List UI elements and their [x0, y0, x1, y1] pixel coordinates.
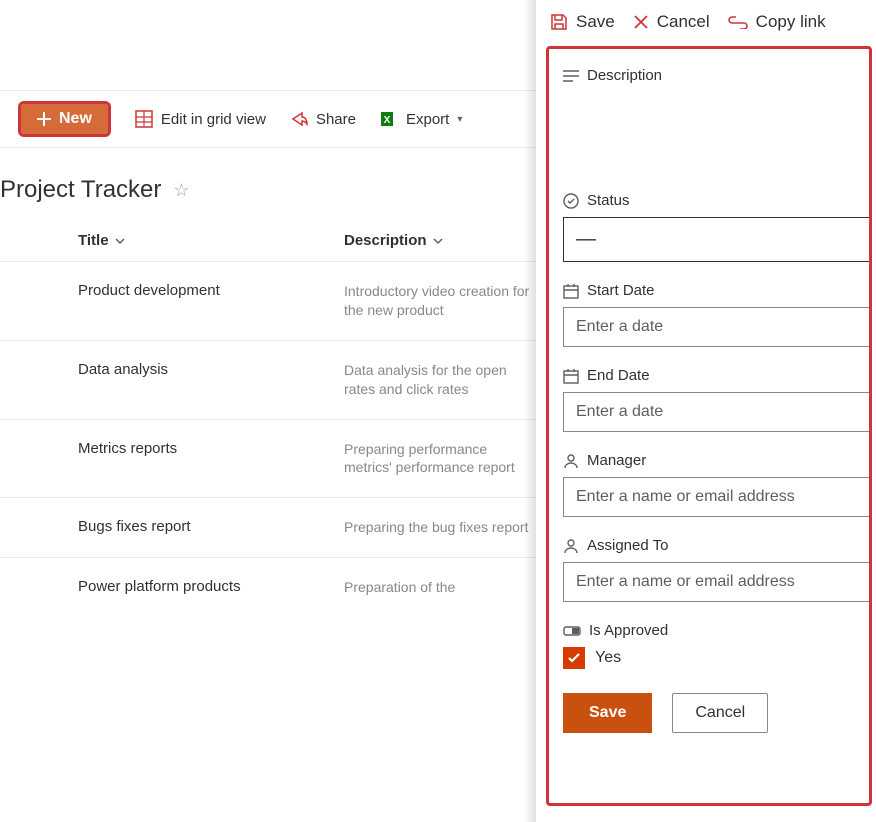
checkbox-checked-icon — [563, 647, 585, 669]
column-header-title[interactable]: Title — [78, 232, 344, 249]
assigned-to-label: Assigned To — [587, 537, 668, 554]
share-button[interactable]: Share — [290, 110, 356, 128]
field-manager: Manager — [563, 452, 869, 517]
assigned-to-input[interactable] — [563, 562, 869, 602]
toggle-icon — [563, 624, 581, 638]
is-approved-label: Is Approved — [589, 622, 668, 639]
field-description: Description — [563, 67, 869, 172]
field-start-date: Start Date — [563, 282, 869, 347]
end-date-input[interactable] — [563, 392, 869, 432]
chevron-down-icon: ▾ — [457, 114, 462, 125]
new-button-label: New — [59, 110, 92, 128]
check-circle-icon — [563, 193, 579, 209]
edit-grid-label: Edit in grid view — [161, 111, 266, 128]
favorite-star-icon[interactable]: ☆ — [173, 180, 189, 201]
row-title: Bugs fixes report — [78, 518, 344, 537]
chevron-down-icon — [115, 236, 125, 246]
start-date-label: Start Date — [587, 282, 655, 299]
row-title: Data analysis — [78, 361, 344, 399]
plus-icon — [37, 112, 51, 126]
description-input[interactable] — [563, 92, 869, 172]
is-approved-value: Yes — [595, 649, 621, 667]
link-icon — [728, 15, 748, 29]
share-icon — [290, 110, 308, 128]
excel-icon: X — [380, 110, 398, 128]
panel-copylink-button[interactable]: Copy link — [728, 12, 826, 32]
person-icon — [563, 538, 579, 554]
calendar-icon — [563, 283, 579, 299]
calendar-icon — [563, 368, 579, 384]
panel-toolbar: Save Cancel Copy link — [536, 0, 876, 46]
grid-icon — [135, 110, 153, 128]
side-panel: Save Cancel Copy link Description Status… — [536, 0, 876, 822]
cancel-button[interactable]: Cancel — [672, 693, 768, 733]
row-description: Data analysis for the open rates and cli… — [344, 361, 544, 399]
field-assigned-to: Assigned To — [563, 537, 869, 602]
panel-save-label: Save — [576, 12, 615, 32]
column-title-label: Title — [78, 232, 109, 249]
save-button[interactable]: Save — [563, 693, 652, 733]
panel-save-button[interactable]: Save — [550, 12, 615, 32]
is-approved-checkbox[interactable]: Yes — [563, 647, 869, 669]
field-status: Status — — [563, 192, 869, 262]
status-input[interactable]: — — [563, 217, 869, 262]
new-button-highlight: New — [18, 101, 111, 137]
new-button[interactable]: New — [21, 104, 108, 134]
row-description: Introductory video creation for the new … — [344, 282, 544, 320]
row-description: Preparing the bug fixes report — [344, 518, 544, 537]
row-description: Preparation of the — [344, 578, 544, 597]
row-title: Product development — [78, 282, 344, 320]
status-label: Status — [587, 192, 630, 209]
row-description: Preparing performance metrics' performan… — [344, 440, 544, 478]
panel-cancel-label: Cancel — [657, 12, 710, 32]
svg-text:X: X — [384, 115, 391, 126]
list-title: Project Tracker — [0, 176, 161, 204]
panel-form-highlight: Description Status — Start Date End Date — [546, 46, 872, 806]
panel-copylink-label: Copy link — [756, 12, 826, 32]
field-is-approved: Is Approved Yes — [563, 622, 869, 669]
column-desc-label: Description — [344, 232, 427, 249]
save-icon — [550, 13, 568, 31]
panel-shadow — [524, 0, 536, 822]
row-title: Metrics reports — [78, 440, 344, 478]
row-title: Power platform products — [78, 578, 344, 597]
edit-grid-button[interactable]: Edit in grid view — [135, 110, 266, 128]
manager-label: Manager — [587, 452, 646, 469]
description-label: Description — [587, 67, 662, 84]
field-end-date: End Date — [563, 367, 869, 432]
person-icon — [563, 453, 579, 469]
end-date-label: End Date — [587, 367, 650, 384]
export-button[interactable]: X Export ▾ — [380, 110, 462, 128]
column-header-description[interactable]: Description — [344, 232, 544, 249]
panel-cancel-button[interactable]: Cancel — [633, 12, 710, 32]
start-date-input[interactable] — [563, 307, 869, 347]
close-icon — [633, 14, 649, 30]
panel-footer-buttons: Save Cancel — [563, 693, 869, 733]
manager-input[interactable] — [563, 477, 869, 517]
share-label: Share — [316, 111, 356, 128]
text-lines-icon — [563, 69, 579, 83]
chevron-down-icon — [433, 236, 443, 246]
export-label: Export — [406, 111, 449, 128]
